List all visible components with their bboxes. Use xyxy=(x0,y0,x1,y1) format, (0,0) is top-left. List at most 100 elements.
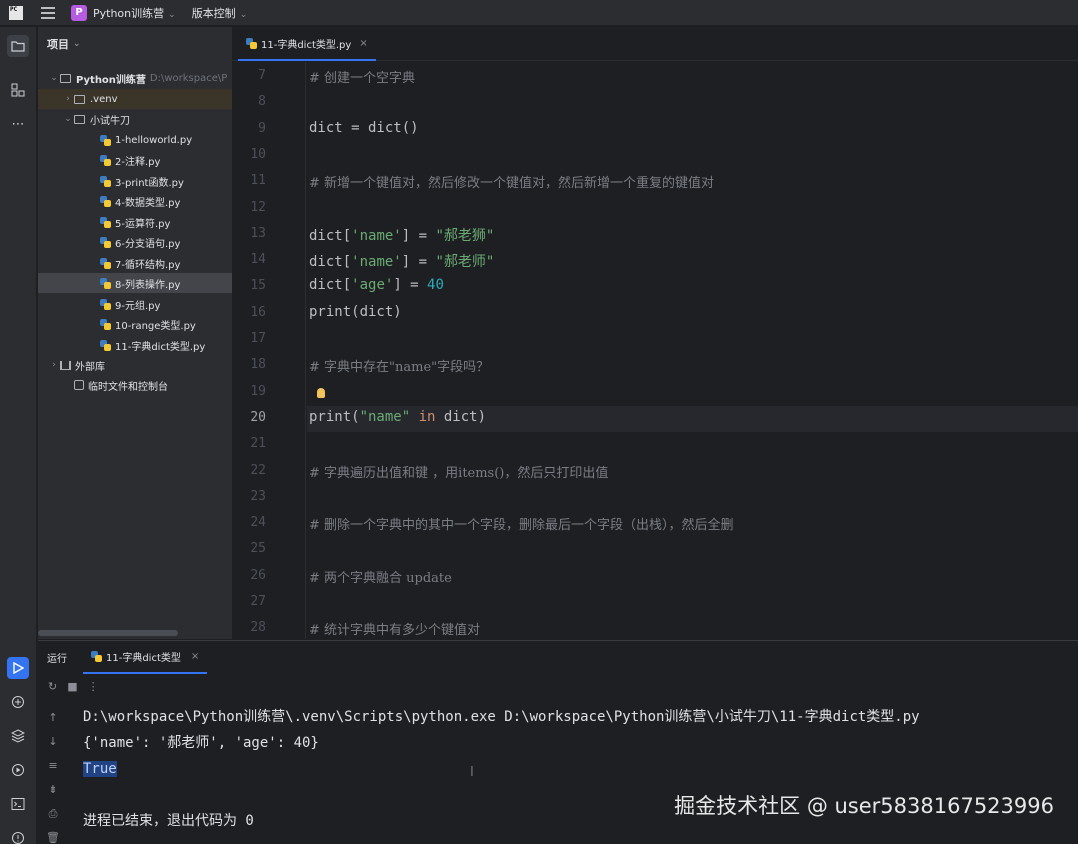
chevron-right-icon[interactable]: › xyxy=(62,94,74,104)
tree-item-label: 3-print函数.py xyxy=(115,177,184,189)
python-packages-icon[interactable] xyxy=(7,691,29,713)
tree-item-label: 9-元组.py xyxy=(115,300,161,312)
python-file-icon xyxy=(91,651,102,662)
trash-icon[interactable]: 🗑 xyxy=(38,831,68,844)
tree-item[interactable]: 6-分支语句.py xyxy=(38,232,232,252)
terminal-icon[interactable] xyxy=(7,793,29,815)
tree-item[interactable]: 5-运算符.py xyxy=(38,212,232,232)
print-icon[interactable]: ⎙ xyxy=(38,807,68,831)
more-tools-icon[interactable]: ⋯ xyxy=(7,113,29,135)
tree-item[interactable]: ⌄ 小试牛刀 xyxy=(38,109,232,129)
code-line: print(dict) xyxy=(309,303,402,320)
line-number: 10 xyxy=(250,146,266,162)
run-tab[interactable]: 11-字典dict类型 × xyxy=(83,641,208,674)
tree-item[interactable]: 11-字典dict类型.py xyxy=(38,335,232,355)
tree-item[interactable]: 1-helloworld.py xyxy=(38,130,232,150)
project-panel-title: 项目 xyxy=(47,38,69,51)
tree-item-label: 4-数据类型.py xyxy=(115,197,181,209)
code-line: # 字典中存在"name"字段吗？ xyxy=(309,360,490,376)
main-menu-icon[interactable] xyxy=(41,6,55,19)
tree-item-label: .venv xyxy=(90,93,118,105)
editor-tabs: 11-字典dict类型.py × xyxy=(232,27,1078,61)
close-icon[interactable]: × xyxy=(359,38,367,49)
project-panel: 项目 ⌄ ⌄ Python训练营 D:\workspace\P › .venv ⌄ 小试牛刀 1… xyxy=(38,27,232,639)
tree-item[interactable]: › 外部库 xyxy=(38,355,232,375)
project-panel-header[interactable]: 项目 ⌄ xyxy=(38,27,232,61)
console-text: True xyxy=(83,761,117,777)
tree-item-label: 11-字典dict类型.py xyxy=(115,341,206,353)
line-number: 7 xyxy=(258,68,266,83)
layers-icon[interactable] xyxy=(7,725,29,747)
chevron-right-icon[interactable]: › xyxy=(48,360,60,370)
vcs-menu[interactable]: 版本控制 ⌄ xyxy=(192,5,248,21)
services-icon[interactable] xyxy=(7,759,29,781)
python-file-icon xyxy=(100,175,111,187)
title-bar: PC P Python训练营 ⌄ 版本控制 ⌄ xyxy=(0,0,1078,26)
python-file-icon xyxy=(246,37,257,49)
run-tab-label: 11-字典dict类型 xyxy=(106,653,181,664)
editor-tab-active[interactable]: 11-字典dict类型.py × xyxy=(238,27,376,61)
tool-window-bar: ⋯ xyxy=(0,27,37,844)
tree-item[interactable]: ⌄ Python训练营 D:\workspace\P xyxy=(38,68,232,88)
chevron-down-icon: ⌄ xyxy=(73,39,81,49)
python-file-icon xyxy=(100,216,111,228)
code-line: # 统计字典中有多少个键值对 xyxy=(309,623,481,639)
folder-icon xyxy=(74,114,85,124)
more-options-icon[interactable]: ⋮ xyxy=(88,680,99,693)
project-folder-icon[interactable] xyxy=(7,35,29,57)
tree-item-label: Python训练营 xyxy=(76,74,146,86)
tree-item-label: 临时文件和控制台 xyxy=(88,381,168,393)
scroll-to-end-icon[interactable]: ⇟ xyxy=(38,783,68,807)
project-switcher[interactable]: Python训练营 ⌄ xyxy=(93,5,176,21)
horizontal-scrollbar[interactable] xyxy=(38,630,178,636)
scroll-down-icon[interactable]: ↓ xyxy=(38,735,68,759)
chevron-down-icon: ⌄ xyxy=(239,9,248,20)
problems-icon[interactable] xyxy=(7,827,29,844)
line-number: 18 xyxy=(250,357,266,373)
chevron-down-icon[interactable]: ⌄ xyxy=(62,114,74,124)
tree-item[interactable]: 7-循环结构.py xyxy=(38,253,232,273)
line-number: 28 xyxy=(250,620,266,636)
console-text: {'name': '郝老师', 'age': 40} xyxy=(83,735,319,751)
tree-item[interactable]: 2-注释.py xyxy=(38,150,232,170)
tree-item[interactable]: 9-元组.py xyxy=(38,294,232,314)
line-number: 22 xyxy=(250,462,266,478)
python-file-icon xyxy=(100,318,111,330)
run-panel-title: 运行 xyxy=(47,654,67,665)
code-editor[interactable]: # 创建一个空字典 dict = dict() # 新增一个键值对，然后修改一个键值… xyxy=(307,62,1078,639)
tree-item-label: 8-列表操作.py xyxy=(115,279,181,291)
line-number: 13 xyxy=(250,225,266,241)
code-line: # 新增一个键值对，然后修改一个键值对，然后新增一个重复的键值对 xyxy=(309,176,715,192)
project-name-label: Python训练营 xyxy=(93,6,165,20)
tree-item[interactable]: 8-列表操作.py xyxy=(38,273,232,293)
project-badge-icon[interactable]: P xyxy=(71,4,87,21)
structure-icon[interactable] xyxy=(7,79,29,101)
scroll-up-icon[interactable]: ↑ xyxy=(38,711,68,735)
text-cursor-icon: I xyxy=(470,765,474,780)
python-file-icon xyxy=(100,257,111,269)
tree-item[interactable]: 3-print函数.py xyxy=(38,171,232,191)
run-icon[interactable] xyxy=(7,657,29,679)
lightbulb-icon[interactable] xyxy=(317,387,325,398)
soft-wrap-icon[interactable]: ≡ xyxy=(38,759,68,783)
tree-item-label: 外部库 xyxy=(75,361,105,373)
python-file-icon xyxy=(100,236,111,248)
chevron-down-icon[interactable]: ⌄ xyxy=(48,73,60,83)
console-text: D:\workspace\Python训练营\.venv\Scripts\pyt… xyxy=(83,709,920,725)
code-line: # 创建一个空字典 xyxy=(309,71,416,86)
tree-item[interactable]: 10-range类型.py xyxy=(38,314,232,334)
vcs-label: 版本控制 xyxy=(191,6,236,20)
rerun-icon[interactable]: ↻ xyxy=(48,680,57,693)
python-file-icon xyxy=(100,154,111,166)
line-number: 19 xyxy=(250,383,266,399)
code-line: dict['age'] = 40 xyxy=(309,277,444,294)
code-line: dict['name'] = "郝老师" xyxy=(309,254,495,271)
stop-icon[interactable]: ■ xyxy=(67,680,77,693)
watermark: 掘金技术社区 @ user5838167523996 xyxy=(674,794,1054,818)
tree-item[interactable]: 4-数据类型.py xyxy=(38,191,232,211)
tree-item[interactable]: › .venv xyxy=(38,89,232,109)
python-file-icon xyxy=(100,277,111,289)
line-number: 21 xyxy=(250,436,266,452)
tree-item[interactable]: 临时文件和控制台 xyxy=(38,375,232,395)
close-icon[interactable]: × xyxy=(191,651,199,662)
